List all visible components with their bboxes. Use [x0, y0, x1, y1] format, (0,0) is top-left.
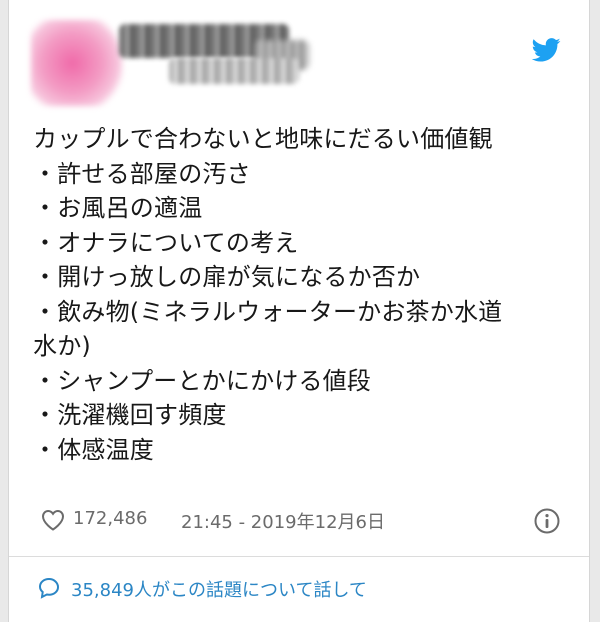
tweet-line-item: ・シャンプーとかにかける値段: [33, 366, 372, 395]
info-icon[interactable]: [533, 507, 561, 535]
like-count[interactable]: 172,486: [73, 508, 147, 529]
heart-icon[interactable]: [41, 509, 65, 531]
tweet-line-item: ・お風呂の適温: [33, 194, 203, 222]
tweet-meta: 172,486 21:45 - 2019年12月6日: [41, 506, 569, 536]
tweet-line-title: カップルで合わないと地味にだるい価値観: [33, 125, 493, 153]
user-handle-redacted[interactable]: [169, 58, 299, 84]
tweet-line-item-cont: 水か): [33, 332, 91, 360]
tweet-line-item: ・許せる部屋の汚さ: [33, 159, 251, 188]
tweet-line-item: ・体感温度: [33, 435, 154, 464]
tweet-timestamp[interactable]: 21:45 - 2019年12月6日: [181, 508, 385, 534]
conversation-count-text[interactable]: 35,849人がこの話題について話して: [71, 576, 367, 602]
tweet-card: カップルで合わないと地味にだるい価値観 ・許せる部屋の汚さ ・お風呂の適温 ・オ…: [8, 0, 590, 622]
tweet-header: [9, 0, 589, 112]
avatar-redacted[interactable]: [31, 20, 123, 106]
tweet-line-item: ・オナラについての考え: [33, 228, 299, 257]
tweet-line-item: ・飲み物(ミネラルウォーターかお茶か水道: [33, 297, 503, 326]
text-fade-overlay: [412, 574, 577, 604]
conversation-link[interactable]: 35,849人がこの話題について話して: [37, 574, 577, 604]
speech-bubble-icon: [38, 577, 60, 599]
tweet-line-item: ・洗濯機回す頻度: [33, 401, 227, 429]
divider: [9, 556, 589, 557]
tweet-body: カップルで合わないと地味にだるい価値観 ・許せる部屋の汚さ ・お風呂の適温 ・オ…: [33, 122, 573, 467]
tweet-line-item: ・開けっ放しの扉が気になるか否か: [33, 263, 421, 291]
twitter-bird-icon[interactable]: [531, 38, 561, 62]
